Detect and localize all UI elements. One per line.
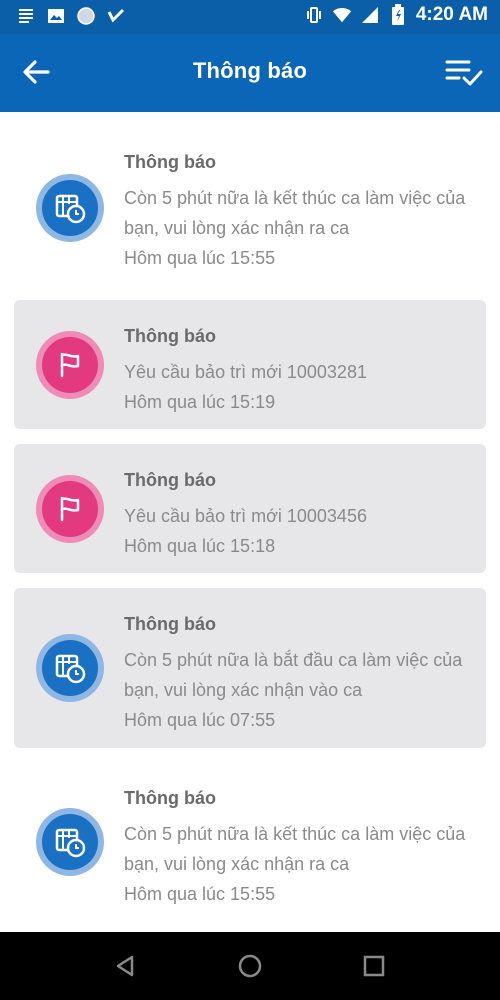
avatar [36, 475, 104, 543]
mark-all-read-icon [445, 60, 483, 86]
notification-item[interactable]: Thông báo Yêu cầu bảo trì mới 10003281 H… [14, 300, 486, 429]
app-bar: Thông báo [0, 34, 500, 112]
notification-list: Thông báo Còn 5 phút nữa là kết thúc ca … [0, 112, 500, 932]
home-circle-icon [238, 954, 262, 978]
calendar-clock-icon [55, 654, 86, 684]
nav-back-button[interactable] [112, 952, 140, 980]
system-nav-bar [0, 932, 500, 1000]
menu-lines-icon [16, 6, 36, 26]
notification-time: Hôm qua lúc 15:55 [124, 248, 276, 268]
flag-icon [60, 496, 80, 522]
page-title: Thông báo [192, 58, 308, 83]
notification-time: Hôm qua lúc 15:19 [124, 392, 276, 412]
circle-icon [76, 6, 96, 26]
flag-icon [60, 352, 80, 378]
notification-title: Thông báo [124, 614, 216, 634]
avatar [36, 174, 104, 242]
calendar-clock-icon [55, 194, 86, 224]
notification-title: Thông báo [124, 326, 216, 346]
calendar-clock-icon [55, 828, 86, 858]
avatar [36, 634, 104, 702]
recents-square-icon [363, 955, 385, 977]
nav-home-button[interactable] [236, 952, 264, 980]
notification-time: Hôm qua lúc 07:55 [124, 710, 276, 730]
signal-icon [360, 5, 380, 25]
avatar [36, 808, 104, 876]
notification-item[interactable]: Thông báo Còn 5 phút nữa là kết thúc ca … [14, 762, 486, 932]
notification-item[interactable]: Thông báo Còn 5 phút nữa là kết thúc ca … [14, 122, 486, 292]
notification-item[interactable]: Thông báo Còn 5 phút nữa là bắt đầu ca l… [14, 588, 486, 748]
image-icon [46, 6, 66, 26]
notification-title: Thông báo [124, 152, 216, 172]
check-badge-icon [106, 6, 126, 26]
back-triangle-icon [116, 955, 134, 977]
notification-item[interactable]: Thông báo Yêu cầu bảo trì mới 10003456 H… [14, 444, 486, 573]
mark-all-read-button[interactable] [444, 54, 484, 90]
status-time: 4:20 AM [415, 4, 488, 25]
wifi-icon [332, 5, 352, 25]
notification-message: Yêu cầu bảo trì mới 10003456 [124, 506, 367, 526]
notification-title: Thông báo [124, 788, 216, 808]
notification-message: Còn 5 phút nữa là kết thúc ca làm việc c… [124, 188, 466, 238]
notification-time: Hôm qua lúc 15:18 [124, 536, 276, 556]
notification-message: Còn 5 phút nữa là bắt đầu ca làm việc củ… [124, 650, 463, 700]
notification-title: Thông báo [124, 470, 216, 490]
vibrate-icon [304, 5, 324, 25]
notification-message: Còn 5 phút nữa là kết thúc ca làm việc c… [124, 824, 466, 874]
notification-time: Hôm qua lúc 15:55 [124, 884, 276, 904]
notification-message: Yêu cầu bảo trì mới 10003281 [124, 362, 367, 382]
avatar [36, 331, 104, 399]
battery-icon [388, 4, 408, 25]
status-bar: 4:20 AM [0, 0, 500, 34]
nav-recents-button[interactable] [360, 952, 388, 980]
